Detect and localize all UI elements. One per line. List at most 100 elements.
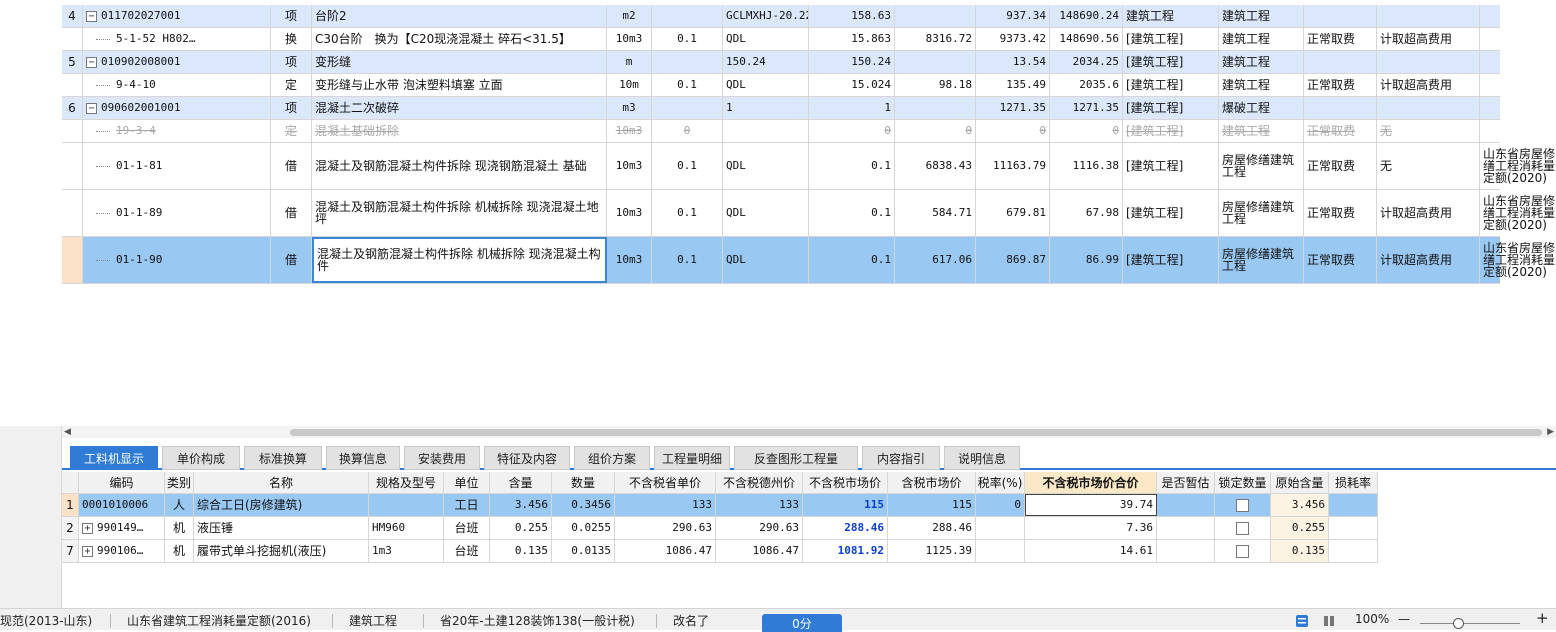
tab-item[interactable]: 单价构成 bbox=[162, 446, 240, 470]
cell-remark[interactable] bbox=[1480, 5, 1556, 27]
cell-loss[interactable] bbox=[1329, 494, 1378, 516]
expand-icon[interactable]: + bbox=[82, 545, 93, 557]
cell-content[interactable]: 0.255 bbox=[490, 517, 552, 539]
cell-total[interactable]: 2035.6 bbox=[1050, 74, 1123, 96]
cell-major[interactable]: [建筑工程] bbox=[1123, 143, 1219, 189]
cell-ceiling[interactable]: 无 bbox=[1377, 120, 1480, 142]
cell-major[interactable]: [建筑工程] bbox=[1123, 120, 1219, 142]
cell-cat[interactable]: 机 bbox=[165, 517, 194, 539]
cell-qty[interactable]: 0.3456 bbox=[552, 494, 615, 516]
tab-item[interactable]: 换算信息 bbox=[326, 446, 400, 470]
cell-no[interactable] bbox=[62, 120, 83, 142]
cell-major[interactable]: [建筑工程] bbox=[1123, 74, 1219, 96]
cell-total[interactable]: 67.98 bbox=[1050, 190, 1123, 236]
cell-code[interactable]: 01-1-89 bbox=[83, 190, 271, 236]
cell-expr[interactable]: QDL bbox=[723, 74, 809, 96]
cell-price[interactable]: 0 bbox=[895, 120, 976, 142]
cell-fee[interactable]: 正常取费 bbox=[1304, 120, 1377, 142]
cell-amount[interactable]: 15.024 bbox=[809, 74, 895, 96]
cell-type[interactable]: 借 bbox=[271, 143, 312, 189]
cell-qty[interactable]: 0.1 bbox=[652, 190, 723, 236]
cell-qty[interactable] bbox=[652, 5, 723, 27]
cell-spec[interactable]: HM960 bbox=[369, 517, 444, 539]
cell-lock[interactable] bbox=[1215, 540, 1271, 562]
cell-unit[interactable]: m2 bbox=[607, 5, 652, 27]
scroll-right-icon[interactable]: ▶ bbox=[1547, 426, 1554, 438]
cell-amount[interactable]: 0 bbox=[809, 120, 895, 142]
cell-amount[interactable]: 1 bbox=[809, 97, 895, 119]
tab-item[interactable]: 内容指引 bbox=[862, 446, 940, 470]
bill-item-row[interactable]: 4−011702027001 项台阶2 m2 GCLMXHJ-20.22 158.63 9… bbox=[62, 5, 1500, 28]
cell-fee[interactable] bbox=[1304, 51, 1377, 73]
column-header[interactable]: 不含税市场价 bbox=[803, 472, 888, 493]
column-header[interactable]: 含税市场价 bbox=[888, 472, 976, 493]
cell-expr[interactable]: 1 bbox=[723, 97, 809, 119]
cell-unit[interactable]: 工日 bbox=[444, 494, 490, 516]
cell-qty[interactable] bbox=[652, 51, 723, 73]
quota-row[interactable]: 01-1-89 借 混凝土及钢筋混凝土构件拆除 机械拆除 现浇混凝土地坪 10m3 0.… bbox=[62, 190, 1555, 237]
cell-cat[interactable]: 机 bbox=[165, 540, 194, 562]
cell-type[interactable]: 定 bbox=[271, 74, 312, 96]
cell-major[interactable]: 建筑工程 bbox=[1123, 5, 1219, 27]
cell-total[interactable]: 0 bbox=[1050, 120, 1123, 142]
cell-unit-price[interactable]: 0 bbox=[976, 120, 1050, 142]
cell-no[interactable]: 6 bbox=[62, 97, 83, 119]
cell-est[interactable] bbox=[1157, 517, 1215, 539]
cell-fee[interactable]: 正常取费 bbox=[1304, 143, 1377, 189]
cell-name[interactable]: 混凝土及钢筋混凝土构件拆除 机械拆除 现浇混凝土地坪 bbox=[312, 190, 607, 236]
expand-icon[interactable]: + bbox=[82, 522, 93, 534]
quota-row[interactable]: 5-1-52 H802… 换 C30台阶 换为【C20现浇混凝土 碎石<31.5】 1… bbox=[62, 28, 1500, 51]
cell-unit[interactable]: 10m3 bbox=[607, 120, 652, 142]
cell-qty[interactable]: 0.0135 bbox=[552, 540, 615, 562]
cell-expr[interactable]: QDL bbox=[723, 190, 809, 236]
cell-exec[interactable]: 房屋修缮建筑工程 bbox=[1219, 237, 1304, 283]
cell-type[interactable]: 项 bbox=[271, 97, 312, 119]
cell-rn[interactable]: 7 bbox=[62, 540, 79, 562]
cell-remark[interactable]: 山东省房屋修缮工程消耗量定额(2020) bbox=[1480, 143, 1556, 189]
cell-loss[interactable] bbox=[1329, 540, 1378, 562]
cell-amount[interactable]: 0.1 bbox=[809, 190, 895, 236]
tab-item[interactable]: 工料机显示 bbox=[70, 446, 158, 470]
cell-prov[interactable]: 1086.47 bbox=[615, 540, 716, 562]
cell-code[interactable]: −011702027001 bbox=[83, 5, 271, 27]
cell-market-tax[interactable]: 288.46 bbox=[888, 517, 976, 539]
cell-code[interactable]: 01-1-81 bbox=[83, 143, 271, 189]
cell-exec[interactable]: 建筑工程 bbox=[1219, 74, 1304, 96]
cell-name[interactable]: 混凝土基础拆除 bbox=[312, 120, 607, 142]
cell-code[interactable]: −090602001001 bbox=[83, 97, 271, 119]
lock-quantity-checkbox[interactable] bbox=[1236, 498, 1249, 512]
cell-qty[interactable]: 0 bbox=[652, 120, 723, 142]
cell-major[interactable]: [建筑工程] bbox=[1123, 51, 1219, 73]
cell-rn[interactable]: 2 bbox=[62, 517, 79, 539]
cell-price[interactable]: 617.06 bbox=[895, 237, 976, 283]
cell-name[interactable]: 变形缝与止水带 泡沫塑料填塞 立面 bbox=[312, 74, 607, 96]
tab-item[interactable]: 反查图形工程量 bbox=[734, 446, 858, 470]
quota-row[interactable]: 01-1-90 借 混凝土及钢筋混凝土构件拆除 机械拆除 现浇混凝土构件 10m3 0.… bbox=[62, 237, 1555, 284]
cell-name[interactable]: C30台阶 换为【C20现浇混凝土 碎石<31.5】 bbox=[312, 28, 607, 50]
cell-type[interactable]: 项 bbox=[271, 51, 312, 73]
cell-market-tax[interactable]: 115 bbox=[888, 494, 976, 516]
cell-ceiling[interactable]: 计取超高费用 bbox=[1377, 74, 1480, 96]
quota-row[interactable]: 9-4-10 定 变形缝与止水带 泡沫塑料填塞 立面 10m 0.1 QDL 15.024 9… bbox=[62, 74, 1500, 97]
cell-price[interactable]: 584.71 bbox=[895, 190, 976, 236]
column-header[interactable]: 单位 bbox=[444, 472, 490, 493]
column-header[interactable]: 不含税市场价合价 bbox=[1025, 472, 1157, 493]
cell-expr[interactable]: QDL bbox=[723, 143, 809, 189]
cell-name[interactable]: 混凝土二次破碎 bbox=[312, 97, 607, 119]
cell-name[interactable]: 液压锤 bbox=[194, 517, 369, 539]
cell-name[interactable]: 混凝土及钢筋混凝土构件拆除 现浇钢筋混凝土 基础 bbox=[312, 143, 607, 189]
cell-code[interactable]: 9-4-10 bbox=[83, 74, 271, 96]
split-view-icon[interactable] bbox=[1323, 615, 1335, 627]
cell-market[interactable]: 288.46 bbox=[803, 517, 888, 539]
cell-unit[interactable]: 10m3 bbox=[607, 190, 652, 236]
column-header[interactable]: 锁定数量 bbox=[1215, 472, 1271, 493]
cell-price[interactable] bbox=[895, 5, 976, 27]
cell-exec[interactable]: 建筑工程 bbox=[1219, 120, 1304, 142]
cell-spec[interactable]: 1m3 bbox=[369, 540, 444, 562]
cell-unit-price[interactable]: 679.81 bbox=[976, 190, 1050, 236]
cell-expr[interactable]: QDL bbox=[723, 237, 809, 283]
collapse-icon[interactable]: − bbox=[86, 56, 97, 68]
cell-fee[interactable]: 正常取费 bbox=[1304, 190, 1377, 236]
cell-no[interactable] bbox=[62, 28, 83, 50]
cell-exec[interactable]: 爆破工程 bbox=[1219, 97, 1304, 119]
